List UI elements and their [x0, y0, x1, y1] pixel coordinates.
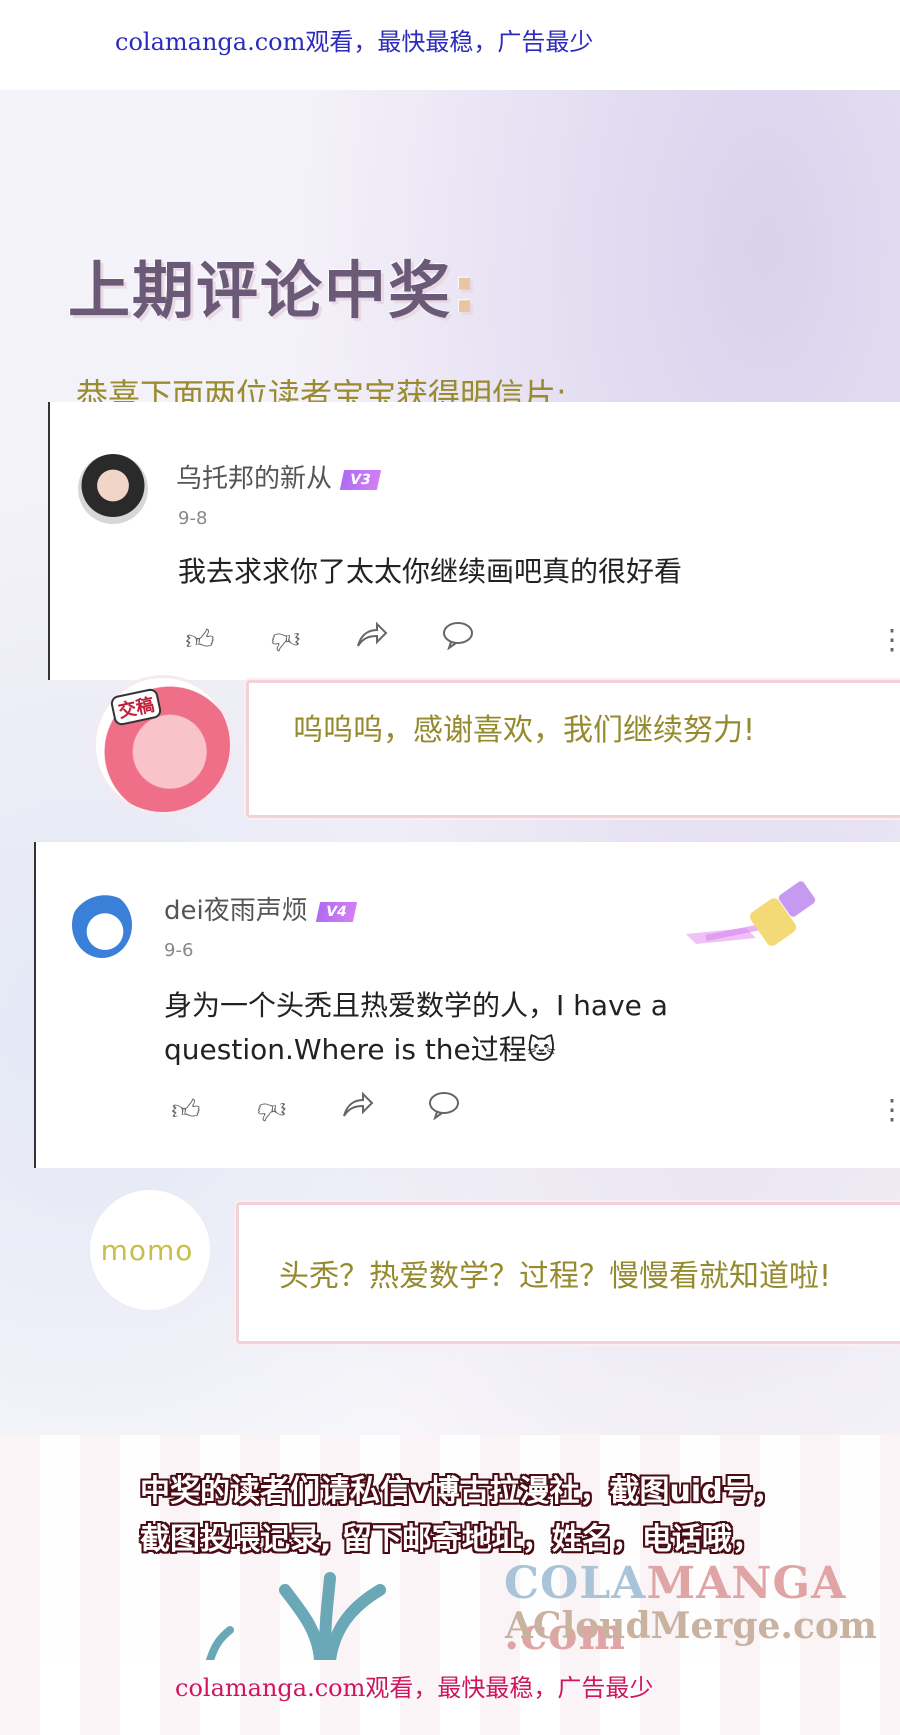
- comment-date: 9-8: [178, 508, 208, 529]
- page-heading: 上期评论中奖:: [68, 240, 479, 330]
- like-button[interactable]: 👍︎: [180, 620, 220, 660]
- avatar[interactable]: [72, 892, 132, 958]
- share-icon: [343, 1091, 374, 1117]
- watermark-part-a: COLA: [504, 1558, 647, 1609]
- paintbrush-decoration-icon: [686, 881, 816, 946]
- avatar[interactable]: [78, 454, 148, 524]
- thumbs-up-icon: 👍︎: [171, 1093, 201, 1126]
- top-banner-text[interactable]: colamanga.com观看，最快最稳，广告最少: [115, 22, 593, 57]
- comment-date: 9-6: [164, 940, 194, 961]
- like-button[interactable]: 👍︎: [166, 1090, 206, 1130]
- comment-username[interactable]: 乌托邦的新从 V3: [176, 458, 381, 495]
- dislike-button[interactable]: 👍︎: [266, 620, 306, 660]
- prize-claim-notice: 中奖的读者们请私信v博古拉漫社，截图uid号， 截图投喂记录, 留下邮寄地址，姓…: [140, 1468, 840, 1564]
- comment-card: 乌托邦的新从 V3 9-8 我去求求你了太太你继续画吧真的很好看 👍︎ 👍︎ ⋮: [48, 402, 900, 680]
- more-vertical-icon: ⋮: [878, 1093, 900, 1126]
- more-options-button[interactable]: ⋮: [878, 1090, 900, 1130]
- vip-level-badge: V3: [339, 469, 381, 490]
- thumbs-down-icon: 👍︎: [271, 624, 301, 657]
- reply-button[interactable]: [424, 1090, 464, 1130]
- comment-actions: 👍︎ 👍︎: [166, 1090, 496, 1130]
- comment-bubble-icon: [429, 1092, 459, 1121]
- comment-text: 身为一个头秃且热爱数学的人，I have a question.Where is…: [164, 989, 668, 1066]
- notice-line-1: 中奖的读者们请私信v博古拉漫社，截图uid号，: [140, 1474, 783, 1509]
- editor-reply-bubble: 头秃？热爱数学？过程？慢慢看就知道啦!: [236, 1202, 900, 1344]
- dislike-button[interactable]: 👍︎: [252, 1090, 292, 1130]
- more-options-button[interactable]: ⋮: [878, 620, 900, 660]
- comment-username[interactable]: dei夜雨声烦 V4: [164, 890, 357, 927]
- editor-reply-text: 头秃？热爱数学？过程？慢慢看就知道啦!: [279, 1259, 832, 1294]
- share-button[interactable]: [352, 620, 392, 660]
- share-button[interactable]: [338, 1090, 378, 1130]
- reply-button[interactable]: [438, 620, 478, 660]
- heading-colon: :: [452, 254, 479, 327]
- more-vertical-icon: ⋮: [878, 623, 900, 656]
- coral-decoration-icon: [206, 1572, 386, 1660]
- heading-text: 上期评论中奖: [68, 254, 453, 327]
- bottom-ad-banner: colamanga.com观看，最快最稳，广告最少: [0, 1668, 900, 1728]
- comment-actions: 👍︎ 👍︎: [180, 620, 510, 660]
- share-icon: [357, 621, 388, 647]
- bottom-banner-text[interactable]: colamanga.com观看，最快最稳，广告最少: [175, 1668, 653, 1703]
- notice-line-2: 截图投喂记录, 留下邮寄地址，姓名，电话哦，: [140, 1522, 762, 1557]
- thumbs-down-icon: 👍︎: [257, 1094, 287, 1127]
- watermark-part-b: MANGA: [646, 1558, 847, 1609]
- thumbs-up-icon: 👍︎: [185, 623, 215, 656]
- editor-reply-bubble: 呜呜呜，感谢喜欢，我们继续努力!: [246, 680, 900, 818]
- watermark-acloudmerge: ACloudMerge.com: [505, 1605, 877, 1647]
- username-text: dei夜雨声烦: [164, 896, 308, 926]
- editor-reply-text: 呜呜呜，感谢喜欢，我们继续努力!: [293, 713, 756, 748]
- momo-label: momo: [100, 1234, 194, 1267]
- comment-bubble-icon: [443, 622, 473, 651]
- comment-card: dei夜雨声烦 V4 9-6 身为一个头秃且热爱数学的人，I have a que…: [34, 842, 900, 1168]
- top-ad-banner: colamanga.com观看，最快最稳，广告最少: [0, 22, 900, 82]
- username-text: 乌托邦的新从: [176, 464, 333, 494]
- vip-level-badge: V4: [315, 901, 357, 922]
- comment-text: 我去求求你了太太你继续画吧真的很好看: [178, 555, 683, 588]
